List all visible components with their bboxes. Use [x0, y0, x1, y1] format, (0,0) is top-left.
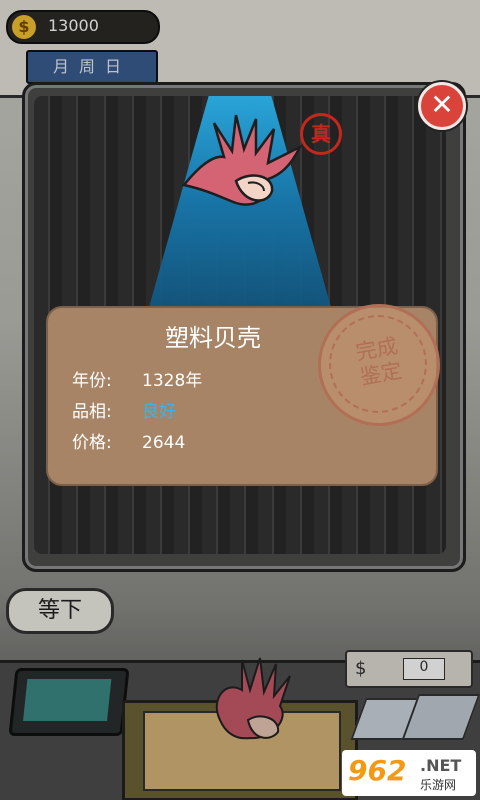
quality-row: 品相: 良好: [72, 397, 176, 422]
site-watermark: 962 .NET 乐游网: [342, 750, 476, 796]
seal-text: 完成 鉴定: [353, 333, 404, 390]
quality-label: 品相:: [72, 402, 112, 422]
close-button[interactable]: ✕: [418, 82, 466, 130]
price-label: 价格:: [72, 433, 112, 453]
year-value: 1328年: [142, 371, 203, 391]
year-label: 年份:: [72, 371, 112, 391]
watermark-logo: 962: [348, 754, 407, 787]
watermark-site-name: 乐游网: [420, 778, 457, 792]
quality-value: 良好: [142, 402, 176, 422]
shell-hand-icon: [181, 114, 303, 206]
price-row: 价格: 2644: [72, 428, 185, 453]
authentic-stamp-icon: 真: [300, 113, 342, 155]
appraisal-seal-icon: 完成 鉴定: [318, 304, 440, 426]
price-value: 2644: [142, 433, 186, 453]
year-row: 年份: 1328年: [72, 366, 202, 391]
watermark-suffix: .NET: [420, 756, 462, 775]
